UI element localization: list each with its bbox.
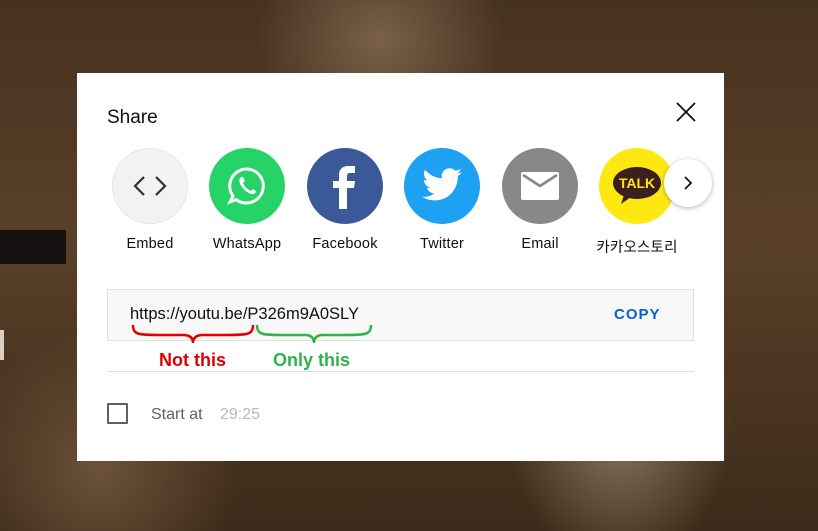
- not-this-annotation: Not this: [159, 350, 226, 370]
- twitter-icon: [404, 148, 480, 224]
- start-at-label: Start at: [151, 406, 203, 423]
- share-embed-button[interactable]: Embed: [101, 148, 199, 252]
- email-icon: [502, 148, 578, 224]
- kakaotalk-badge-text: TALK: [619, 175, 655, 191]
- share-url-input[interactable]: https://youtu.be/P326m9A0SLY: [130, 305, 359, 324]
- share-whatsapp-button[interactable]: WhatsApp: [198, 148, 296, 252]
- close-button[interactable]: [674, 100, 698, 124]
- red-brace-annotation: [131, 324, 255, 344]
- share-embed-label: Embed: [126, 236, 174, 252]
- green-brace-annotation: [255, 324, 373, 344]
- only-this-annotation: Only this: [273, 350, 351, 370]
- share-email-button[interactable]: Email: [491, 148, 589, 252]
- dialog-title: Share: [107, 107, 158, 128]
- copy-button[interactable]: COPY: [614, 306, 661, 323]
- share-whatsapp-label: WhatsApp: [212, 236, 282, 252]
- share-facebook-label: Facebook: [312, 236, 378, 252]
- share-dialog: Share Embed WhatsApp Facebook Twitter Em…: [77, 73, 724, 461]
- share-kakaostory-label: 카카오스토리: [596, 240, 678, 256]
- start-at-time-input[interactable]: 29:25: [220, 406, 260, 424]
- whatsapp-icon: [209, 148, 285, 224]
- close-icon: [676, 102, 696, 122]
- share-email-label: Email: [521, 236, 559, 252]
- chevron-right-icon: [684, 176, 693, 190]
- facebook-icon: [307, 148, 383, 224]
- start-at-checkbox[interactable]: [107, 403, 128, 424]
- embed-icon: [112, 148, 188, 224]
- share-facebook-button[interactable]: Facebook: [296, 148, 394, 252]
- share-targets-row: Embed WhatsApp Facebook Twitter Email TA…: [77, 148, 724, 258]
- video-overlay-bar: [0, 230, 66, 264]
- video-overlay-edge: [0, 330, 4, 360]
- divider: [107, 371, 694, 372]
- share-twitter-button[interactable]: Twitter: [393, 148, 491, 252]
- share-twitter-label: Twitter: [419, 236, 465, 252]
- next-targets-button[interactable]: [664, 159, 712, 207]
